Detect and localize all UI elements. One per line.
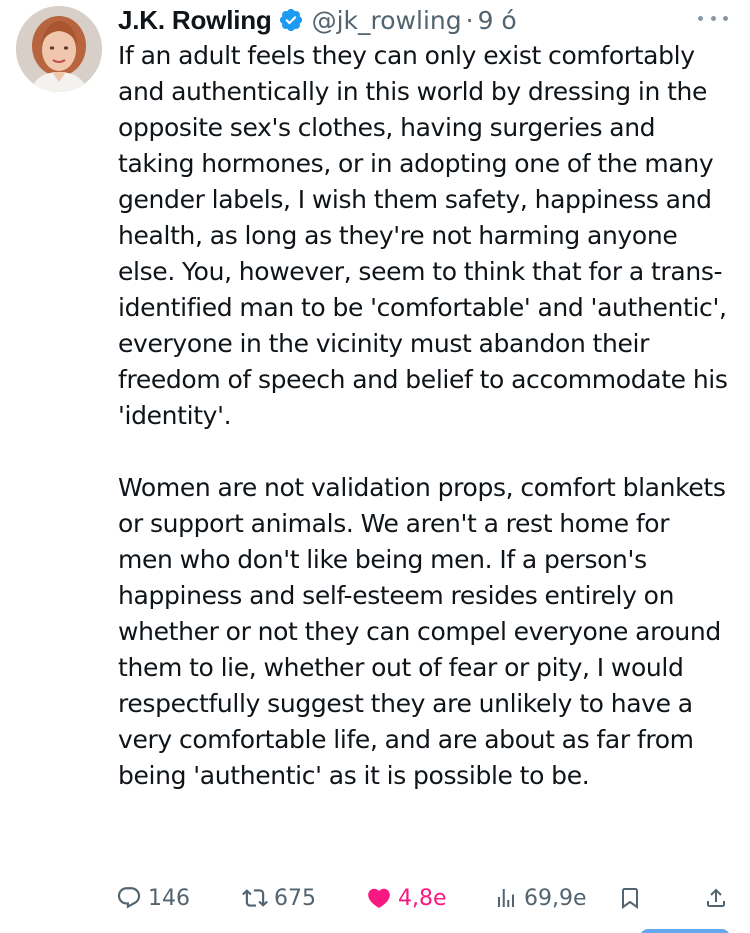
reply-button[interactable]: 146 <box>116 880 190 916</box>
avatar-image <box>16 6 102 92</box>
repost-count: 675 <box>274 885 316 911</box>
more-icon[interactable] <box>698 8 728 28</box>
tweet-header: J.K. Rowling @jk_rowling · 9 ó <box>118 2 517 38</box>
views-icon <box>498 889 514 907</box>
avatar[interactable] <box>16 6 102 92</box>
like-count: 4,8e <box>398 885 447 911</box>
views-button[interactable]: 69,9e <box>494 880 587 916</box>
tweet-text: If an adult feels they can only exist co… <box>118 41 728 790</box>
author-handle[interactable]: @jk_rowling <box>312 6 462 35</box>
tweet[interactable]: J.K. Rowling @jk_rowling · 9 ó If an adu… <box>0 0 750 933</box>
compose-fab-edge[interactable] <box>640 929 730 933</box>
bookmark-icon <box>622 888 638 909</box>
more-dot <box>710 15 716 21</box>
share-button[interactable] <box>704 880 728 916</box>
share-icon <box>707 888 725 907</box>
verified-badge-icon[interactable] <box>278 7 304 33</box>
like-button[interactable]: 4,8e <box>366 880 447 916</box>
reply-count: 146 <box>148 885 190 911</box>
more-dot <box>698 15 703 21</box>
heart-icon <box>368 888 390 908</box>
more-dot <box>723 15 728 21</box>
tweet-timestamp[interactable]: 9 ó <box>478 6 517 35</box>
reply-icon <box>117 887 141 909</box>
tweet-actions-bar: 146 675 4,8e 69,9e <box>114 880 730 916</box>
header-separator: · <box>465 5 474 35</box>
repost-icon <box>242 889 268 907</box>
bookmark-button[interactable] <box>618 880 642 916</box>
author-display-name[interactable]: J.K. Rowling <box>118 5 272 36</box>
view-count: 69,9e <box>524 885 587 911</box>
repost-button[interactable]: 675 <box>242 880 316 916</box>
